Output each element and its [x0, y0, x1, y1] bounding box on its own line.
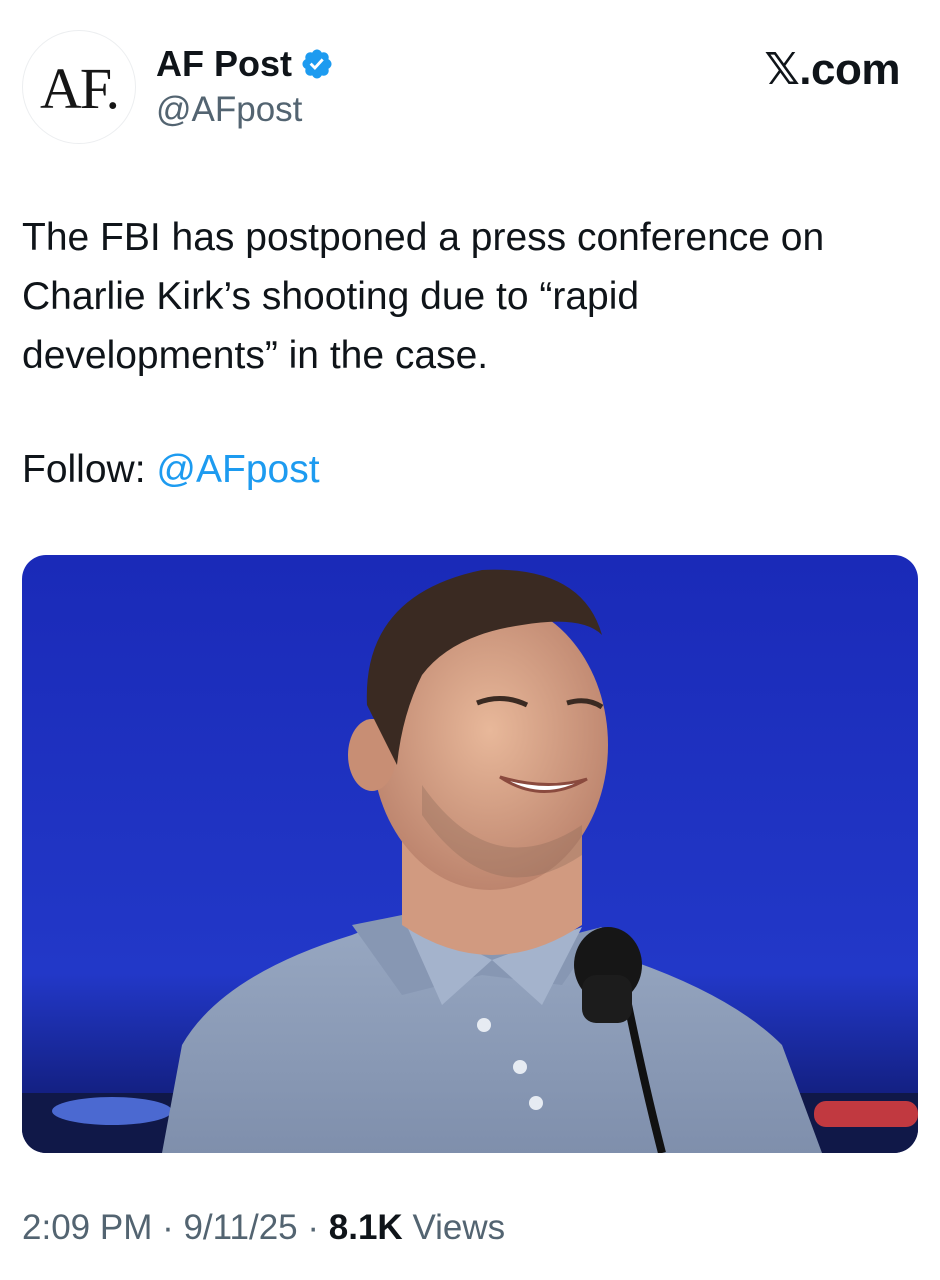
tweet-time[interactable]: 2:09 PM	[22, 1208, 152, 1247]
verified-badge-icon	[302, 49, 332, 79]
follow-label: Follow:	[22, 448, 146, 491]
tweet-text-line: developments” in the case.	[22, 334, 489, 377]
meta-separator: ·	[152, 1208, 184, 1247]
views-label[interactable]: Views	[412, 1208, 505, 1247]
follow-line: Follow: @AFpost	[22, 440, 320, 499]
display-name[interactable]: AF Post	[156, 43, 292, 85]
author-handle[interactable]: @AFpost	[156, 90, 302, 130]
photo-of-smiling-man-at-podium-microphone-icon	[22, 555, 918, 1153]
avatar[interactable]: AF.	[22, 30, 136, 144]
views-count: 8.1K	[328, 1208, 403, 1247]
tweet-text-line: Charlie Kirk’s shooting due to “rapid	[22, 275, 640, 318]
tweet-date[interactable]: 9/11/25	[183, 1208, 297, 1247]
tweet-text-line: The FBI has postponed a press conference…	[22, 216, 825, 259]
meta-separator: ·	[297, 1208, 329, 1247]
tweet-meta: 2:09 PM · 9/11/25 · 8.1K Views	[22, 1208, 505, 1248]
tweet-text: The FBI has postponed a press conference…	[22, 208, 922, 385]
avatar-logo-text: AF.	[40, 55, 120, 121]
author-name-row[interactable]: AF Post	[156, 40, 334, 88]
x-com-brand: 𝕏.com	[764, 45, 900, 94]
tweet-photo[interactable]	[22, 555, 918, 1153]
follow-mention-link[interactable]: @AFpost	[156, 448, 319, 491]
